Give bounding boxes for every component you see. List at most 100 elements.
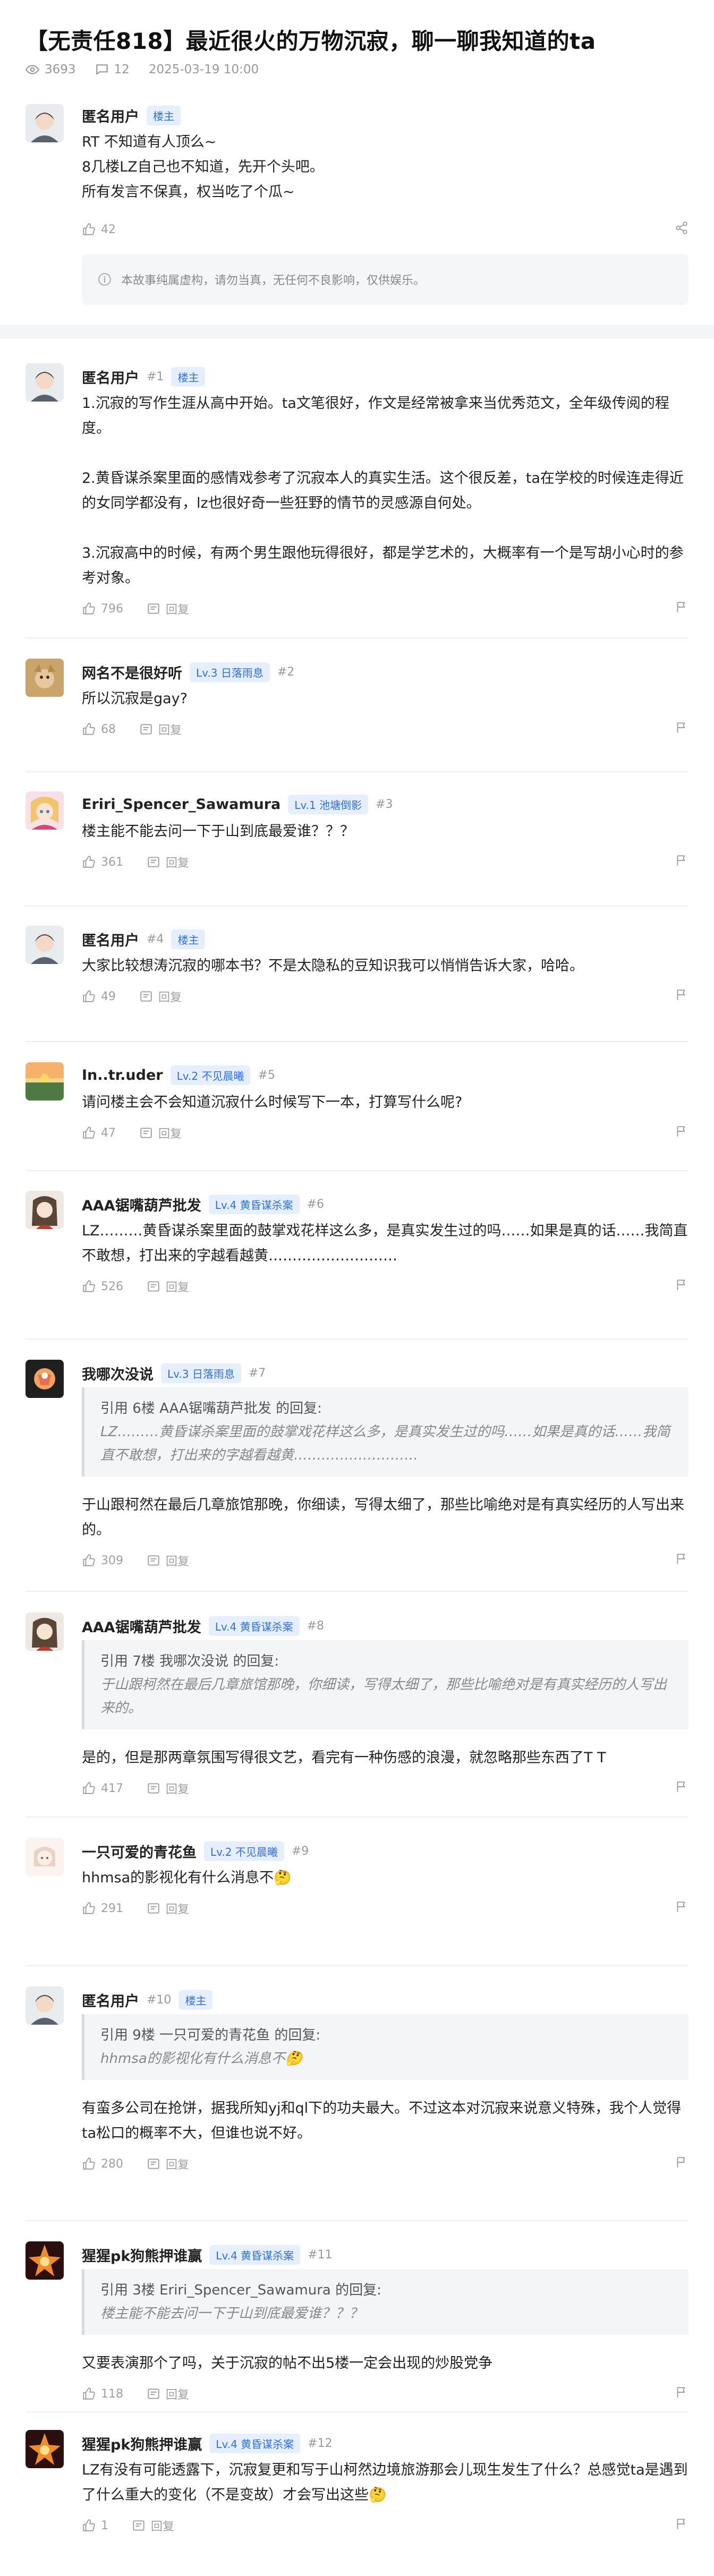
flag-icon <box>677 1126 685 1137</box>
report-button[interactable] <box>675 2385 688 2402</box>
report-button[interactable] <box>675 2155 688 2172</box>
username[interactable]: 网名不是很好听 <box>82 662 182 683</box>
quote-header: 引用 6楼 AAA锯嘴葫芦批发 的回复: <box>100 1401 322 1417</box>
user-avatar-icon <box>26 1062 64 1101</box>
like-button[interactable]: 68 <box>82 722 116 736</box>
user-avatar-icon <box>26 2241 64 2280</box>
report-button[interactable] <box>675 854 688 871</box>
reply-paragraph: LZ有没有可能透露下，沉寂复更和写于山柯然边境旅游那会儿现生发生了什么？总感觉t… <box>82 2462 688 2503</box>
reply-button[interactable]: 回复 <box>132 2517 174 2534</box>
reply-label: 回复 <box>166 1281 190 1294</box>
like-button[interactable]: 526 <box>82 1280 123 1293</box>
reply-button[interactable]: 回复 <box>147 600 189 617</box>
username[interactable]: 匿名用户 <box>82 1990 139 2010</box>
avatar[interactable] <box>26 2430 64 2468</box>
report-button[interactable] <box>675 1780 688 1797</box>
username[interactable]: 匿名用户 <box>82 366 139 387</box>
reply-icon <box>148 1783 159 1794</box>
reply-icon <box>140 991 152 1002</box>
like-button[interactable]: 118 <box>82 2387 123 2401</box>
reply-button[interactable]: 回复 <box>139 988 182 1005</box>
avatar[interactable] <box>26 2241 64 2280</box>
username[interactable]: In..tr.uder <box>82 1067 163 1084</box>
reply-button[interactable]: 回复 <box>147 2155 189 2172</box>
reply-icon <box>148 1555 159 1566</box>
thumbs-up-icon <box>83 602 95 615</box>
reply-button[interactable]: 回复 <box>139 1124 182 1141</box>
reply-content: 引用 9楼 一只可爱的青花鱼 的回复: hhmsa的影视化有什么消息不🤔 有蛮多公司… <box>82 2014 688 2146</box>
report-button[interactable] <box>675 600 688 617</box>
avatar[interactable] <box>26 1360 64 1398</box>
avatar[interactable] <box>26 1986 64 2025</box>
like-button[interactable]: 291 <box>82 1901 123 1915</box>
reply-button[interactable]: 回复 <box>147 1278 189 1295</box>
like-button[interactable]: 42 <box>82 223 116 236</box>
reply-content: 大家比较想涛沉寂的哪本书？不是太隐私的豆知识我可以悄悄告诉大家，哈哈。 <box>82 953 688 978</box>
thumbs-up-icon <box>83 1280 95 1292</box>
reply-label: 回复 <box>166 2389 190 2402</box>
report-button[interactable] <box>675 988 688 1005</box>
avatar[interactable] <box>26 1062 64 1101</box>
reply-button[interactable]: 回复 <box>139 721 182 738</box>
thumbs-up-icon <box>83 223 95 235</box>
reply-paragraph: 有蛮多公司在抢饼，据我所知yj和ql下的功夫最大。不过这本对沉寂来说意义特殊，我… <box>82 2100 682 2142</box>
username[interactable]: AAA锯嘴葫芦批发 <box>82 1194 201 1215</box>
like-button[interactable]: 280 <box>82 2157 123 2171</box>
like-button[interactable]: 1 <box>82 2519 108 2532</box>
thumbs-up-icon <box>83 1902 95 1914</box>
report-button[interactable] <box>675 1124 688 1141</box>
avatar[interactable] <box>26 1613 64 1651</box>
report-button[interactable] <box>675 1552 688 1569</box>
username[interactable]: Eriri_Spencer_Sawamura <box>82 796 280 813</box>
reply-button[interactable]: 回复 <box>147 2385 189 2402</box>
user-badge: Lv.4 黄昏谋杀案 <box>209 2245 301 2265</box>
disclaimer-box: 本故事纯属虚构，请勿当真，无任何不良影响，仅供娱乐。 <box>82 254 688 305</box>
username[interactable]: AAA锯嘴葫芦批发 <box>82 1616 201 1636</box>
username[interactable]: 匿名用户 <box>82 105 139 126</box>
reply-paragraph: 大家比较想涛沉寂的哪本书？不是太隐私的豆知识我可以悄悄告诉大家，哈哈。 <box>82 958 584 974</box>
avatar[interactable] <box>26 791 64 830</box>
reply-button[interactable]: 回复 <box>147 1552 189 1569</box>
username[interactable]: 匿名用户 <box>82 929 139 950</box>
avatar[interactable] <box>26 926 64 964</box>
reply-icon <box>148 857 159 867</box>
username[interactable]: 猩猩pk狗熊押谁赢 <box>82 2245 202 2265</box>
user-avatar-icon <box>26 1613 64 1651</box>
quote-block: 引用 6楼 AAA锯嘴葫芦批发 的回复: LZ………黄昏谋杀案里面的鼓掌戏花样这么… <box>82 1387 688 1477</box>
avatar[interactable] <box>26 1191 64 1229</box>
avatar[interactable] <box>26 1838 64 1876</box>
avatar[interactable] <box>26 104 64 142</box>
reply-paragraph: 1.沉寂的写作生涯从高中开始。ta文笔很好，作文是经常被拿来当优秀范文，全年级传… <box>82 395 669 437</box>
like-button[interactable]: 47 <box>82 1126 116 1140</box>
floor-number: #12 <box>308 2437 333 2450</box>
like-button[interactable]: 796 <box>82 602 123 616</box>
like-button[interactable]: 417 <box>82 1781 123 1795</box>
like-button[interactable]: 309 <box>82 1554 123 1567</box>
like-count: 361 <box>101 855 123 869</box>
avatar[interactable] <box>26 659 64 697</box>
reply-button[interactable]: 回复 <box>147 1780 189 1797</box>
report-button[interactable] <box>675 2517 688 2534</box>
quote-header: 引用 9楼 一只可爱的青花鱼 的回复: <box>100 2027 321 2043</box>
user-badge: Lv.3 日落雨息 <box>161 1363 241 1383</box>
report-button[interactable] <box>675 1900 688 1917</box>
like-count: 280 <box>101 2157 123 2171</box>
reply-button[interactable]: 回复 <box>147 854 189 871</box>
like-button[interactable]: 361 <box>82 855 123 869</box>
username[interactable]: 一只可爱的青花鱼 <box>82 1841 197 1862</box>
avatar[interactable] <box>26 363 64 402</box>
thumbs-up-icon <box>83 856 95 868</box>
thumbs-up-icon <box>83 2387 95 2400</box>
reply-paragraph: 楼主能不能去问一下于山到底最爱谁？？？ <box>82 823 354 840</box>
username[interactable]: 猩猩pk狗熊押谁赢 <box>82 2433 202 2454</box>
username[interactable]: 我哪次没说 <box>82 1363 154 1384</box>
floor-number: #1 <box>147 370 164 383</box>
reply-label: 回复 <box>166 1783 190 1796</box>
like-button[interactable]: 49 <box>82 990 116 1003</box>
report-button[interactable] <box>675 721 688 738</box>
floor-number: #7 <box>248 1367 266 1380</box>
reply-button[interactable]: 回复 <box>147 1900 189 1917</box>
post-separator <box>26 906 688 907</box>
report-button[interactable] <box>675 1278 688 1295</box>
share-button[interactable] <box>675 221 688 238</box>
